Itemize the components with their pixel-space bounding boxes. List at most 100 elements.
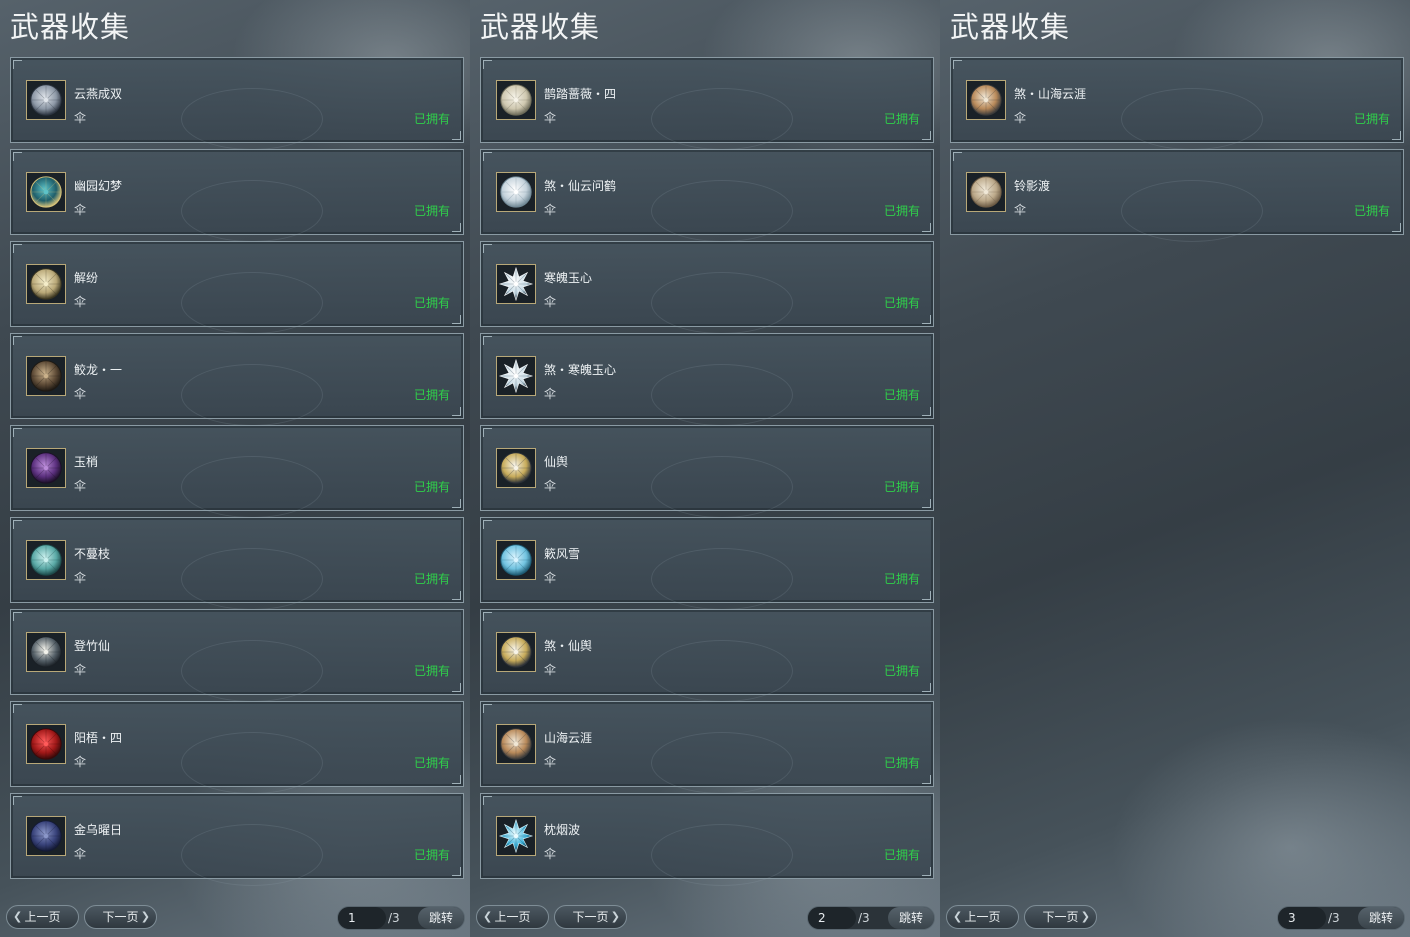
umbrella-frost-icon: [496, 172, 536, 212]
weapon-card[interactable]: 寒魄玉心 伞 已拥有: [480, 241, 934, 334]
weapon-card[interactable]: 解纷 伞 已拥有: [10, 241, 464, 334]
page-jumper: 1 /3 跳转: [337, 906, 465, 930]
weapon-card[interactable]: 枕烟波 伞 已拥有: [480, 793, 934, 886]
next-page-button[interactable]: 下一页 ❯: [1024, 905, 1097, 929]
weapon-type: 伞: [544, 571, 557, 585]
weapon-card[interactable]: 铃影渡 伞 已拥有: [950, 149, 1404, 242]
page-jumper: 3 /3 跳转: [1277, 906, 1405, 930]
owned-status: 已拥有: [883, 756, 920, 770]
weapon-card[interactable]: 登竹仙 伞 已拥有: [10, 609, 464, 702]
weapon-card[interactable]: 簌风雪 伞 已拥有: [480, 517, 934, 610]
weapon-card[interactable]: 煞・寒魄玉心 伞 已拥有: [480, 333, 934, 426]
prev-page-label: 上一页: [494, 910, 531, 924]
weapon-card[interactable]: 煞・仙舆 伞 已拥有: [480, 609, 934, 702]
umbrella-ice-burst-icon: [496, 816, 536, 856]
weapon-name: 山海云涯: [544, 731, 593, 745]
weapon-name: 煞・仙舆: [544, 639, 593, 653]
owned-status: 已拥有: [883, 388, 920, 402]
owned-status: 已拥有: [883, 296, 920, 310]
umbrella-red-icon: [26, 724, 66, 764]
owned-status: 已拥有: [413, 112, 450, 126]
owned-status: 已拥有: [413, 664, 450, 678]
weapon-type: 伞: [74, 203, 87, 217]
weapon-name: 解纷: [74, 271, 99, 285]
weapon-name: 不蔓枝: [74, 547, 111, 561]
weapon-type: 伞: [1014, 203, 1027, 217]
weapon-type: 伞: [544, 295, 557, 309]
panel-title: 武器收集: [480, 10, 601, 44]
weapon-list: 煞・山海云涯 伞 已拥有 铃影渡 伞 已拥有: [950, 57, 1404, 242]
weapon-name: 阳梧・四: [74, 731, 123, 745]
weapon-card[interactable]: 阳梧・四 伞 已拥有: [10, 701, 464, 794]
jump-button[interactable]: 跳转: [888, 907, 934, 929]
umbrella-crystal-star-icon: [496, 264, 536, 304]
weapon-type: 伞: [74, 479, 87, 493]
umbrella-purple-icon: [26, 448, 66, 488]
weapon-type: 伞: [544, 203, 557, 217]
weapon-type: 伞: [1014, 111, 1027, 125]
weapon-type: 伞: [74, 295, 87, 309]
weapon-card[interactable]: 鹊踏蔷薇・四 伞 已拥有: [480, 57, 934, 150]
weapon-card[interactable]: 煞・山海云涯 伞 已拥有: [950, 57, 1404, 150]
jump-button[interactable]: 跳转: [1358, 907, 1404, 929]
prev-page-label: 上一页: [964, 910, 1001, 924]
weapon-type: 伞: [74, 847, 87, 861]
weapon-card[interactable]: 鲛龙・一 伞 已拥有: [10, 333, 464, 426]
weapon-name: 枕烟波: [544, 823, 581, 837]
collection-panel-1: 武器收集 云燕成双 伞 已拥有 幽园幻梦 伞 已拥有 解纷 伞 已拥有 鲛龙・一…: [0, 0, 470, 937]
weapon-name: 煞・寒魄玉心: [544, 363, 617, 377]
owned-status: 已拥有: [883, 112, 920, 126]
page-total: /3: [388, 911, 400, 925]
weapon-card[interactable]: 金乌曜日 伞 已拥有: [10, 793, 464, 886]
owned-status: 已拥有: [413, 756, 450, 770]
weapon-card[interactable]: 云燕成双 伞 已拥有: [10, 57, 464, 150]
weapon-card[interactable]: 玉梢 伞 已拥有: [10, 425, 464, 518]
prev-page-button[interactable]: ❮ 上一页: [946, 905, 1019, 929]
next-page-button[interactable]: 下一页 ❯: [554, 905, 627, 929]
umbrella-dark-moon-icon: [26, 632, 66, 672]
weapon-type: 伞: [74, 571, 87, 585]
weapon-type: 伞: [544, 663, 557, 677]
weapon-name: 煞・山海云涯: [1014, 87, 1087, 101]
owned-status: 已拥有: [883, 204, 920, 218]
weapon-name: 玉梢: [74, 455, 99, 469]
weapon-card[interactable]: 幽园幻梦 伞 已拥有: [10, 149, 464, 242]
owned-status: 已拥有: [413, 848, 450, 862]
chevron-left-icon: ❮: [13, 910, 23, 923]
weapon-type: 伞: [74, 387, 87, 401]
owned-status: 已拥有: [413, 296, 450, 310]
weapon-name: 仙舆: [544, 455, 569, 469]
panel-title: 武器收集: [950, 10, 1071, 44]
umbrella-silver-icon: [26, 80, 66, 120]
page-number-input[interactable]: 1: [338, 907, 386, 929]
next-page-button[interactable]: 下一页 ❯: [84, 905, 157, 929]
umbrella-landscape-icon: [966, 80, 1006, 120]
owned-status: 已拥有: [883, 664, 920, 678]
weapon-name: 寒魄玉心: [544, 271, 593, 285]
next-page-label: 下一页: [572, 910, 609, 924]
weapon-list: 鹊踏蔷薇・四 伞 已拥有 煞・仙云问鹤 伞 已拥有 寒魄玉心 伞 已拥有 煞・寒…: [480, 57, 934, 886]
chevron-right-icon: ❯: [140, 910, 150, 923]
prev-page-button[interactable]: ❮ 上一页: [476, 905, 549, 929]
weapon-name: 鲛龙・一: [74, 363, 123, 377]
weapon-card[interactable]: 不蔓枝 伞 已拥有: [10, 517, 464, 610]
weapon-type: 伞: [544, 387, 557, 401]
weapon-card[interactable]: 煞・仙云问鹤 伞 已拥有: [480, 149, 934, 242]
panel-title: 武器收集: [10, 10, 131, 44]
weapon-card[interactable]: 山海云涯 伞 已拥有: [480, 701, 934, 794]
owned-status: 已拥有: [883, 572, 920, 586]
chevron-left-icon: ❮: [483, 910, 493, 923]
page-total: /3: [858, 911, 870, 925]
weapon-type: 伞: [544, 847, 557, 861]
jump-button[interactable]: 跳转: [418, 907, 464, 929]
owned-status: 已拥有: [883, 480, 920, 494]
weapon-name: 云燕成双: [74, 87, 123, 101]
page-number-input[interactable]: 2: [808, 907, 856, 929]
prev-page-button[interactable]: ❮ 上一页: [6, 905, 79, 929]
weapon-card[interactable]: 仙舆 伞 已拥有: [480, 425, 934, 518]
page-jumper: 2 /3 跳转: [807, 906, 935, 930]
page-number-input[interactable]: 3: [1278, 907, 1326, 929]
weapon-type: 伞: [74, 111, 87, 125]
umbrella-landscape-icon: [496, 724, 536, 764]
umbrella-gold-ornate-icon: [496, 632, 536, 672]
